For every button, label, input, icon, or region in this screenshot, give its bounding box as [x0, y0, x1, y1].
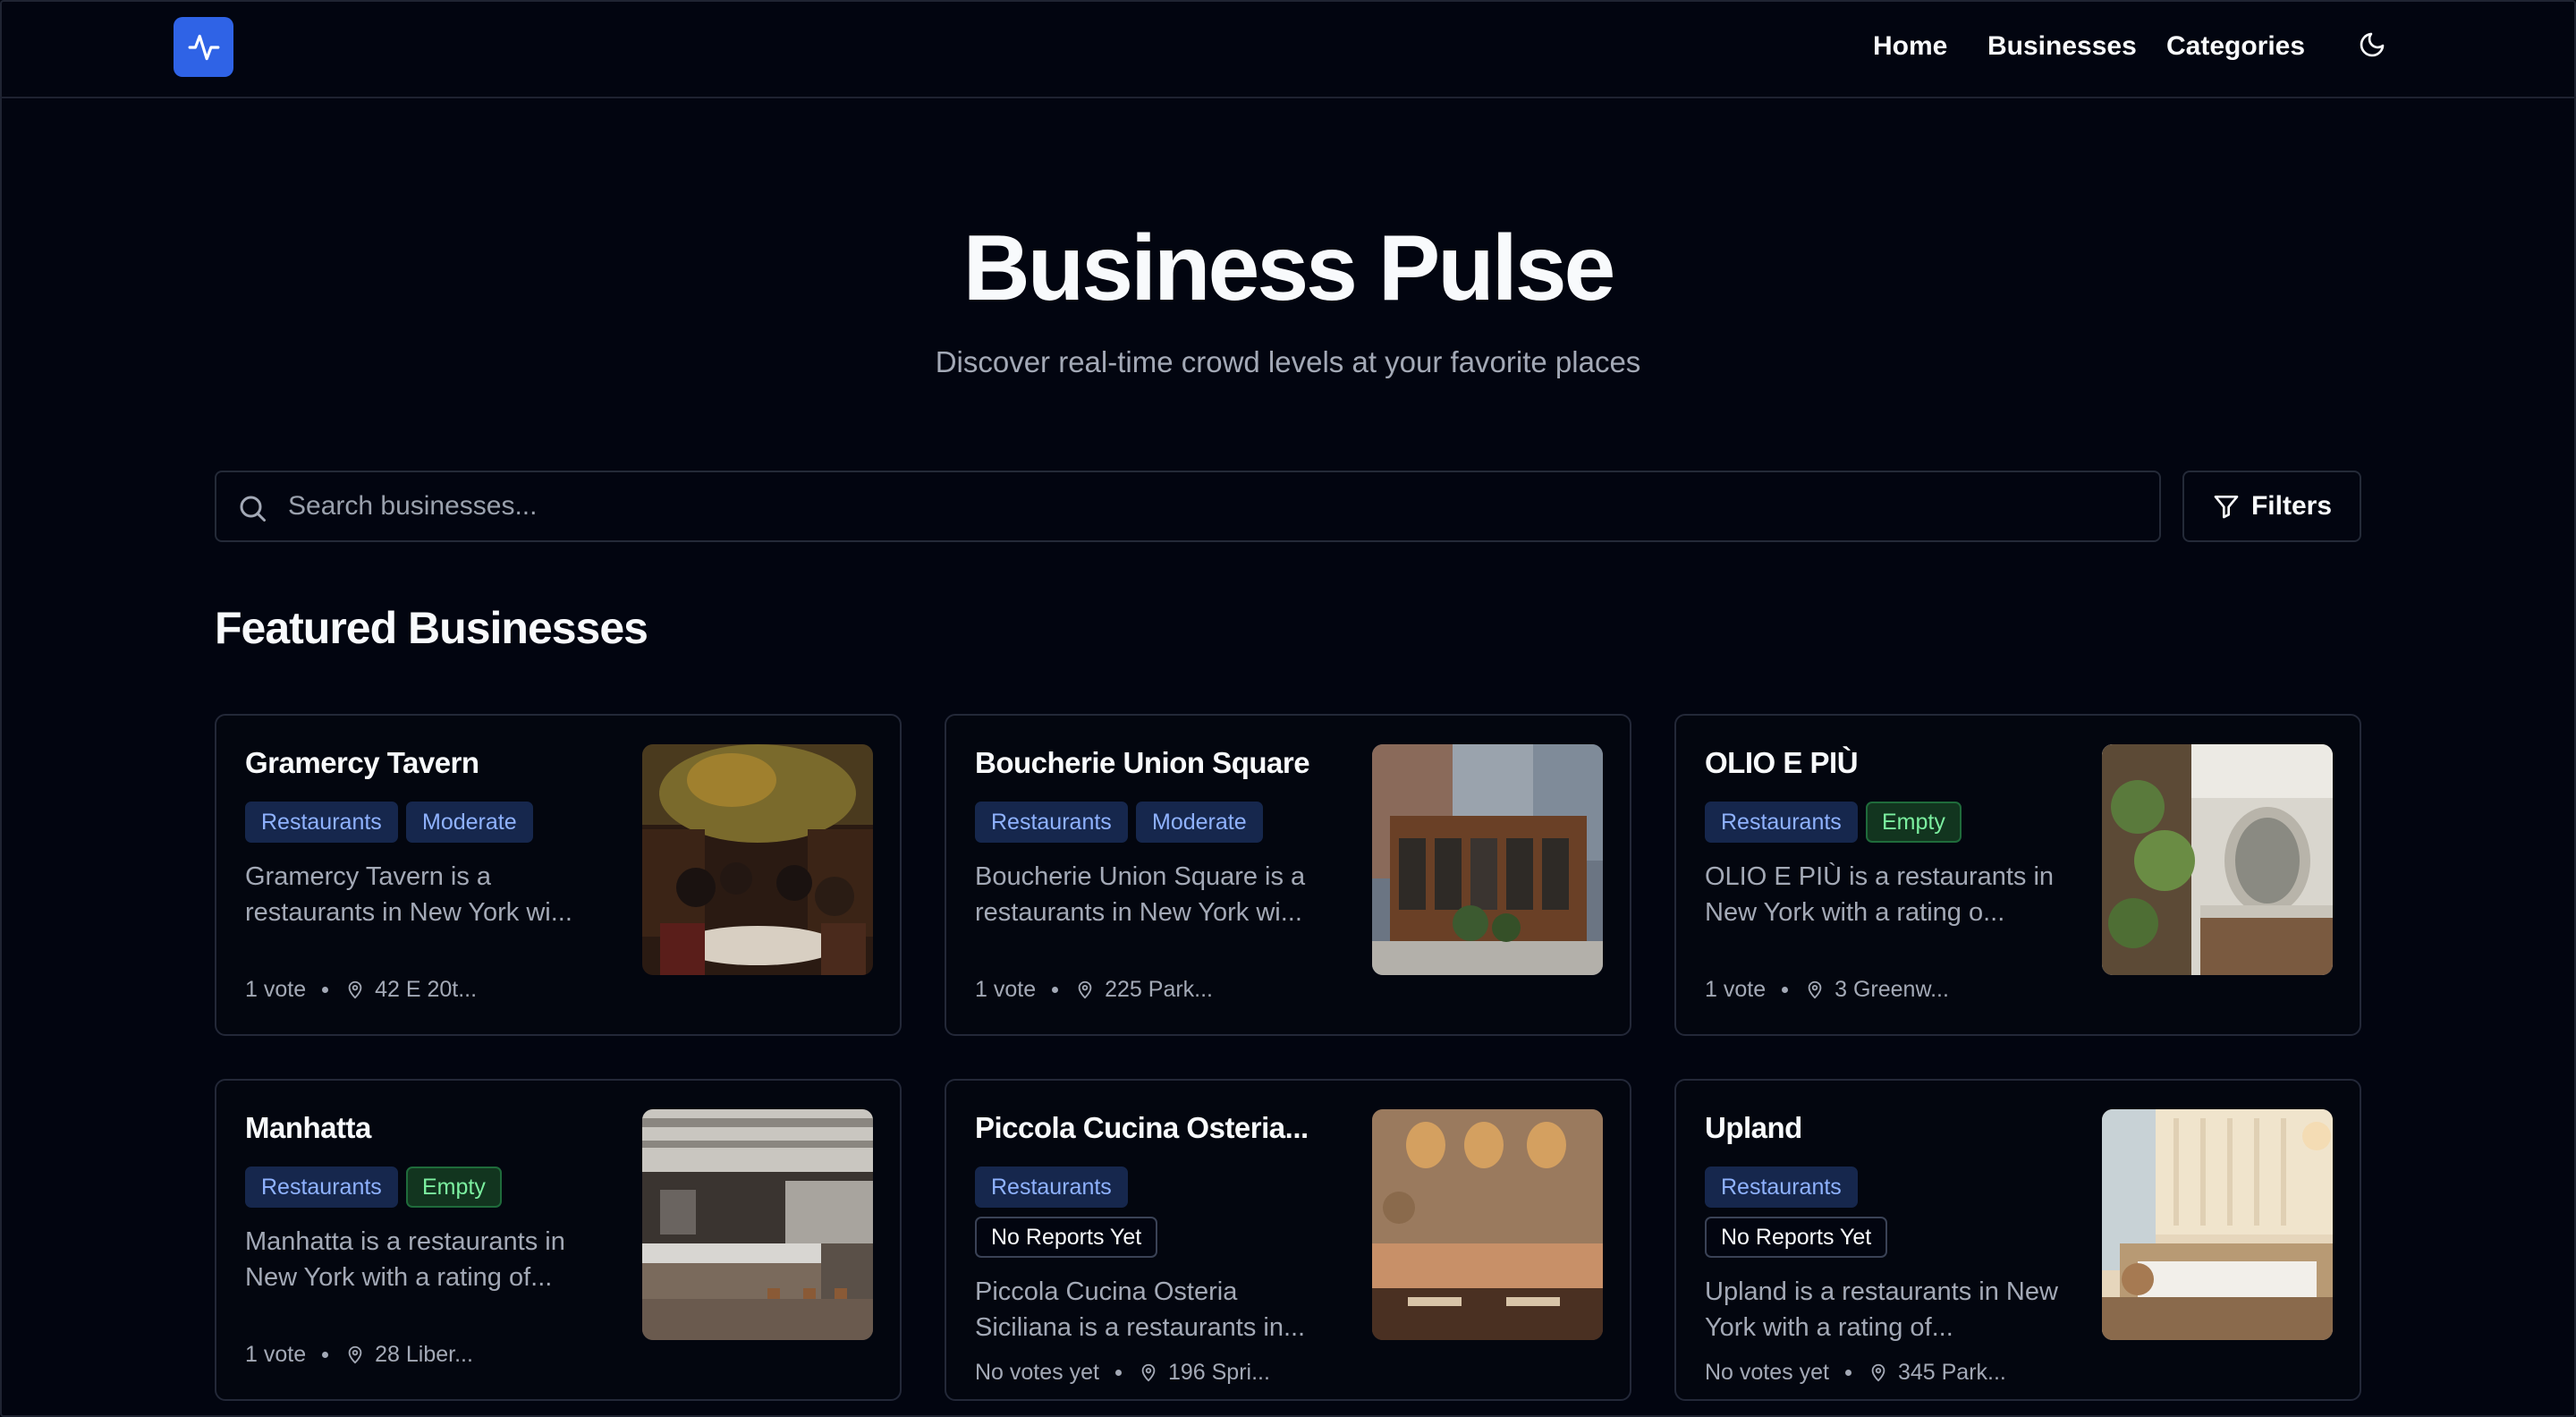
section-title: Featured Businesses: [215, 603, 648, 653]
vote-count: 1 vote: [1705, 977, 1767, 1002]
category-badge: Restaurants: [1705, 1167, 1858, 1208]
business-photo: [1372, 744, 1603, 975]
business-address: 225 Park...: [1105, 977, 1214, 1002]
crowd-status-badge: No Reports Yet: [975, 1217, 1158, 1258]
nav-businesses[interactable]: Businesses: [1987, 27, 2137, 66]
business-card[interactable]: Upland Restaurants No Reports Yet Upland…: [1674, 1079, 2361, 1401]
business-name: Piccola Cucina Osteria...: [975, 1111, 1309, 1144]
category-badge: Restaurants: [975, 802, 1128, 843]
business-name: OLIO E PIÙ: [1705, 746, 1859, 779]
business-address: 42 E 20t...: [375, 977, 478, 1002]
logo[interactable]: [174, 17, 233, 77]
category-badge: Restaurants: [245, 802, 398, 843]
page-subtitle: Discover real-time crowd levels at your …: [935, 345, 1641, 378]
business-description: Gramercy Tavern is a restaurants in New …: [245, 862, 572, 927]
vote-count: 1 vote: [245, 1342, 307, 1367]
business-photo: [642, 744, 873, 975]
nav-categories[interactable]: Categories: [2166, 27, 2305, 66]
crowd-status-badge: No Reports Yet: [1705, 1217, 1888, 1258]
filters-button[interactable]: Filters: [2182, 471, 2361, 542]
category-badge: Restaurants: [1705, 802, 1858, 843]
business-description: Manhatta is a restaurants in New York wi…: [245, 1227, 565, 1292]
search-icon: [236, 492, 268, 524]
separator-dot: [1782, 986, 1789, 993]
business-description: OLIO E PIÙ is a restaurants in New York …: [1705, 862, 2055, 927]
business-name: Boucherie Union Square: [975, 746, 1310, 779]
business-address: 345 Park...: [1897, 1360, 2006, 1385]
card-meta: No votes yet 196 Spri...: [975, 1356, 1270, 1388]
filters-label: Filters: [2250, 491, 2333, 521]
vote-count: No votes yet: [1705, 1360, 1829, 1385]
top-navbar: Home Businesses Categories: [0, 0, 2576, 98]
map-pin-icon: [1868, 1362, 1889, 1383]
search-input[interactable]: [288, 472, 2148, 540]
separator-dot: [322, 986, 329, 993]
card-meta: 1 vote 28 Liber...: [245, 1338, 473, 1370]
business-address: 196 Spri...: [1167, 1360, 1270, 1385]
business-description: Boucherie Union Square is a restaurants …: [975, 862, 1306, 927]
separator-dot: [1114, 1369, 1122, 1376]
business-name: Upland: [1705, 1111, 1802, 1144]
business-photo: [642, 1109, 873, 1340]
nav-home[interactable]: Home: [1873, 27, 1947, 66]
category-badge: Restaurants: [245, 1167, 398, 1208]
business-address: 3 Greenw...: [1835, 977, 1949, 1002]
business-description: Upland is a restaurants in New York with…: [1705, 1277, 2058, 1342]
business-description: Piccola Cucina Osteria Siciliana is a re…: [975, 1277, 1306, 1342]
business-photo: [2102, 744, 2333, 975]
crowd-status-badge: Empty: [1866, 802, 1962, 843]
business-card[interactable]: Manhatta Restaurants Empty Manhatta is a…: [215, 1079, 902, 1401]
business-card[interactable]: Piccola Cucina Osteria... Restaurants No…: [945, 1079, 1631, 1401]
moon-icon: [2360, 32, 2385, 57]
vote-count: 1 vote: [975, 977, 1037, 1002]
separator-dot: [1052, 986, 1059, 993]
search-bar: [215, 471, 2161, 542]
map-pin-icon: [1138, 1362, 1159, 1383]
map-pin-icon: [1074, 979, 1096, 1000]
crowd-status-badge: Empty: [406, 1167, 502, 1208]
map-pin-icon: [344, 979, 366, 1000]
card-meta: No votes yet 345 Park...: [1705, 1356, 2006, 1388]
vote-count: No votes yet: [975, 1360, 1099, 1385]
business-address: 28 Liber...: [375, 1342, 473, 1367]
separator-dot: [1844, 1369, 1852, 1376]
theme-toggle-button[interactable]: [2356, 29, 2388, 61]
crowd-status-badge: Moderate: [406, 802, 533, 843]
business-card[interactable]: Gramercy Tavern Restaurants Moderate Gra…: [215, 714, 902, 1036]
crowd-status-badge: Moderate: [1136, 802, 1263, 843]
business-photo: [2102, 1109, 2333, 1340]
filter-funnel-icon: [2214, 496, 2239, 519]
map-pin-icon: [1804, 979, 1826, 1000]
card-meta: 1 vote 3 Greenw...: [1705, 973, 1949, 1005]
map-pin-icon: [344, 1344, 366, 1365]
business-card[interactable]: OLIO E PIÙ Restaurants Empty OLIO E PIÙ …: [1674, 714, 2361, 1036]
vote-count: 1 vote: [245, 977, 307, 1002]
separator-dot: [322, 1351, 329, 1358]
page-title: Business Pulse: [962, 216, 1616, 320]
business-name: Manhatta: [245, 1111, 371, 1144]
business-name: Gramercy Tavern: [245, 746, 479, 779]
business-card[interactable]: Boucherie Union Square Restaurants Moder…: [945, 714, 1631, 1036]
activity-pulse-icon: [188, 34, 219, 60]
card-meta: 1 vote 225 Park...: [975, 973, 1213, 1005]
card-meta: 1 vote 42 E 20t...: [245, 973, 477, 1005]
category-badge: Restaurants: [975, 1167, 1128, 1208]
business-photo: [1372, 1109, 1603, 1340]
